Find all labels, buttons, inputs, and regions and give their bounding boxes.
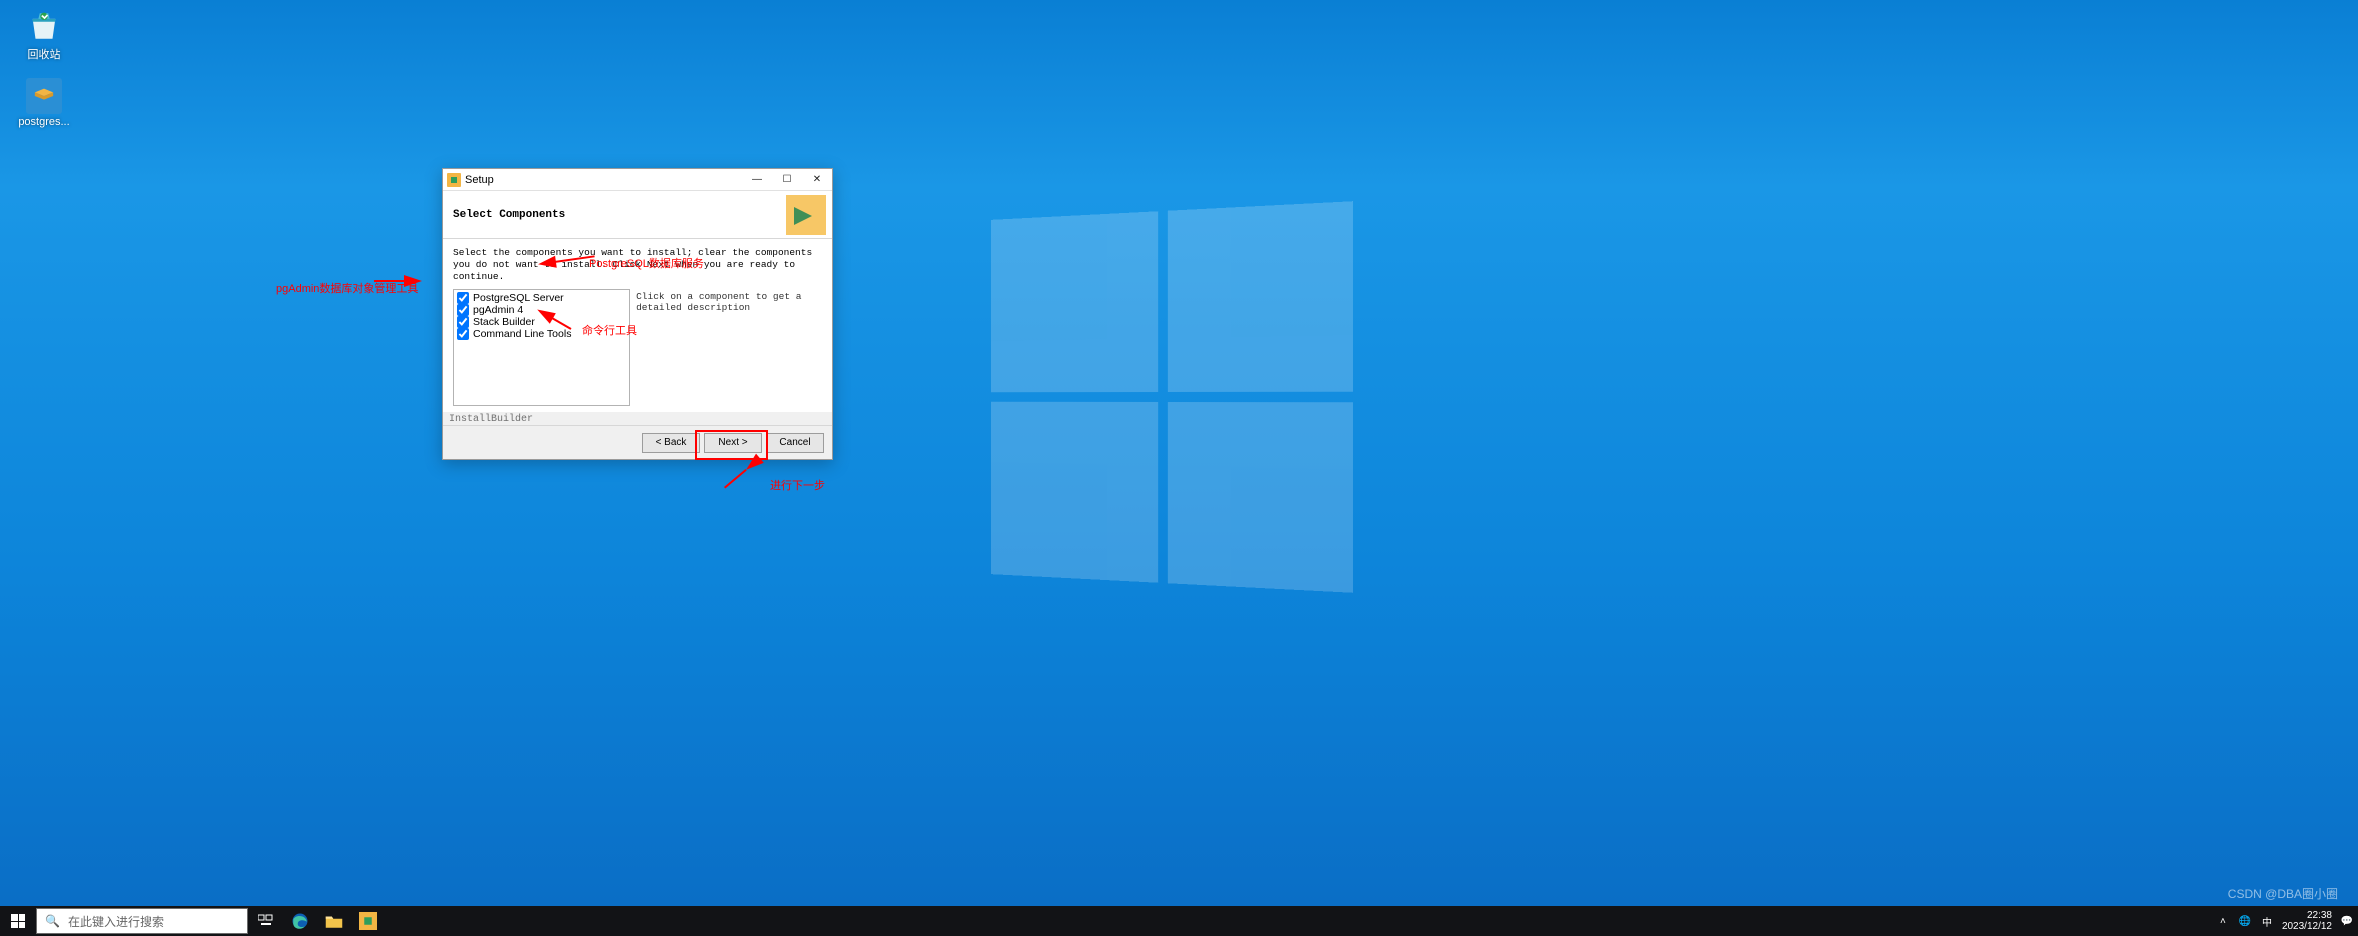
search-icon: 🔍	[45, 914, 60, 928]
postgres-icon	[26, 78, 62, 114]
postgres-label: postgres...	[8, 116, 80, 128]
task-view-button[interactable]	[250, 906, 282, 936]
taskbar-search-placeholder: 在此键入进行搜索	[68, 913, 164, 930]
component-stack-builder-label: Stack Builder	[473, 316, 535, 328]
component-postgresql-server-label: PostgreSQL Server	[473, 292, 564, 304]
tray-notification-icon[interactable]: 💬	[2340, 914, 2354, 928]
taskbar-date: 2023/12/12	[2282, 921, 2332, 933]
minimize-button[interactable]: —	[742, 169, 772, 191]
setup-app-icon	[447, 173, 461, 187]
component-postgresql-server[interactable]: PostgreSQL Server	[456, 292, 627, 304]
component-pgadmin4-checkbox[interactable]	[457, 304, 469, 316]
setup-footer: < Back Next > Cancel	[443, 425, 832, 459]
setup-header: Select Components	[443, 191, 832, 239]
watermark: CSDN @DBA圈小圈	[2228, 885, 2338, 902]
annotation-pgadmin-label: pgAdmin数据库对象管理工具	[276, 280, 418, 296]
install-builder-label: InstallBuilder	[443, 412, 832, 425]
windows-logo-background	[991, 201, 1353, 593]
component-description: Click on a component to get a detailed d…	[636, 289, 822, 406]
taskbar-search[interactable]: 🔍 在此键入进行搜索	[36, 908, 248, 934]
setup-header-icon	[786, 195, 826, 235]
component-stack-builder-checkbox[interactable]	[457, 316, 469, 328]
maximize-button[interactable]: ☐	[772, 169, 802, 191]
close-button[interactable]: ✕	[802, 169, 832, 191]
annotation-arrow-pgadmin	[404, 275, 422, 287]
annotation-cli-label: 命令行工具	[582, 322, 637, 338]
setup-header-title: Select Components	[453, 209, 565, 221]
taskbar-edge-icon[interactable]	[284, 906, 316, 936]
recycle-bin-label: 回收站	[8, 46, 80, 62]
tray-chevron-icon[interactable]: ˄	[2216, 914, 2230, 928]
desktop-icon-postgres[interactable]: postgres...	[8, 78, 80, 128]
window-title: Setup	[465, 174, 742, 186]
component-postgresql-server-checkbox[interactable]	[457, 292, 469, 304]
system-tray: ˄ 🌐 中 22:38 2023/12/12 💬	[2216, 910, 2358, 933]
component-cli-tools-label: Command Line Tools	[473, 328, 571, 340]
cancel-button[interactable]: Cancel	[766, 433, 824, 453]
tray-ime-icon[interactable]: 中	[2260, 914, 2274, 928]
back-button[interactable]: < Back	[642, 433, 700, 453]
annotation-next-label: 进行下一步	[770, 477, 825, 493]
desktop-icon-recycle-bin[interactable]: 回收站	[8, 8, 80, 62]
tray-network-icon[interactable]: 🌐	[2238, 914, 2252, 928]
annotation-pg-service-label: PostgreSQL数据库服务	[589, 255, 704, 271]
windows-logo-icon	[11, 914, 25, 928]
taskbar-time: 22:38	[2282, 910, 2332, 922]
annotation-arrow-pg-service	[537, 256, 556, 270]
titlebar[interactable]: Setup — ☐ ✕	[443, 169, 832, 191]
taskbar-explorer-icon[interactable]	[318, 906, 350, 936]
component-cli-tools-checkbox[interactable]	[457, 328, 469, 340]
desktop: 回收站 postgres... Setup — ☐ ✕ Select Compo…	[0, 0, 2358, 936]
recycle-bin-icon	[26, 8, 62, 44]
taskbar-setup-icon[interactable]	[352, 906, 384, 936]
start-button[interactable]	[0, 906, 36, 936]
component-pgadmin4-label: pgAdmin 4	[473, 304, 523, 316]
taskbar-clock[interactable]: 22:38 2023/12/12	[2282, 910, 2332, 933]
taskbar: 🔍 在此键入进行搜索 ˄ 🌐 中 22:38 2023/12/12 💬	[0, 906, 2358, 936]
setup-window: Setup — ☐ ✕ Select Components Select the…	[442, 168, 833, 460]
